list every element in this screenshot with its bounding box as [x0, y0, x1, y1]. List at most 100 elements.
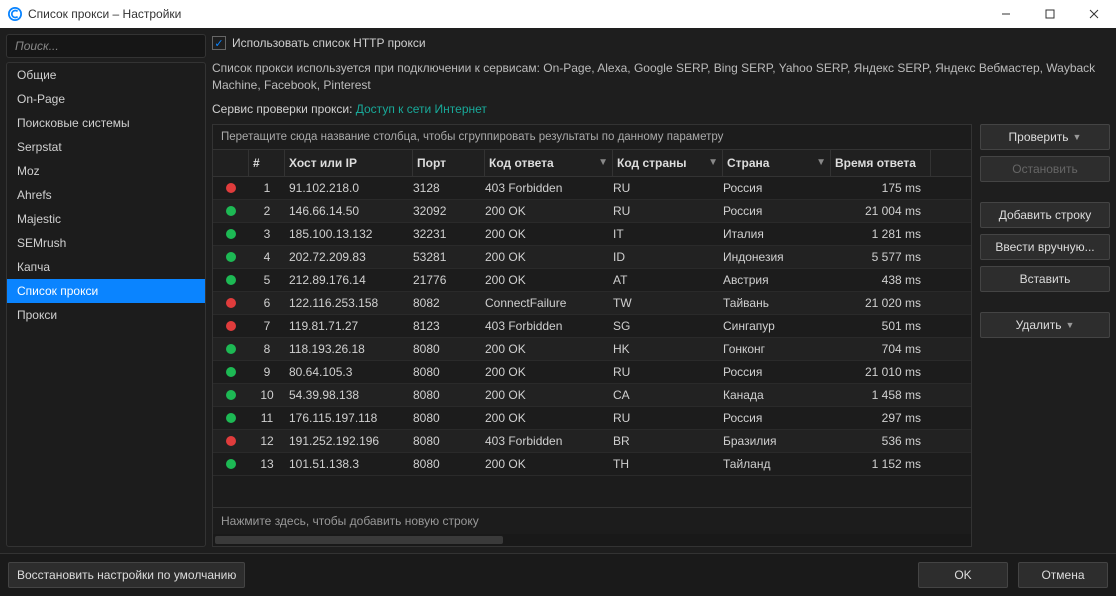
- cell-host: 212.89.176.14: [285, 273, 413, 287]
- add-row-button[interactable]: Добавить строку: [980, 202, 1110, 228]
- cell-port: 8080: [413, 365, 485, 379]
- cell-country-code: HK: [613, 342, 723, 356]
- cell-host: 54.39.98.138: [285, 388, 413, 402]
- minimize-button[interactable]: [984, 0, 1028, 28]
- sidebar-item[interactable]: Прокси: [7, 303, 205, 327]
- table-row[interactable]: 8118.193.26.188080200 OKHKГонконг704 ms: [213, 338, 971, 361]
- col-number[interactable]: #: [249, 150, 285, 176]
- add-new-row-hint[interactable]: Нажмите здесь, чтобы добавить новую стро…: [213, 507, 971, 534]
- cell-port: 3128: [413, 181, 485, 195]
- cell-code: 200 OK: [485, 411, 613, 425]
- ok-button[interactable]: OK: [918, 562, 1008, 588]
- sidebar-item[interactable]: Ahrefs: [7, 183, 205, 207]
- status-dot-icon: [226, 252, 236, 262]
- group-by-hint[interactable]: Перетащите сюда название столбца, чтобы …: [213, 125, 971, 150]
- table-row[interactable]: 6122.116.253.1588082ConnectFailureTWТайв…: [213, 292, 971, 315]
- cell-port: 8080: [413, 342, 485, 356]
- filter-icon[interactable]: ▼: [708, 157, 718, 168]
- cancel-button[interactable]: Отмена: [1018, 562, 1108, 588]
- cell-country-code: CA: [613, 388, 723, 402]
- col-status[interactable]: [213, 150, 249, 176]
- col-response-code[interactable]: Код ответа▼: [485, 150, 613, 176]
- sidebar-item[interactable]: Общие: [7, 63, 205, 87]
- use-http-proxy-label: Использовать список HTTP прокси: [232, 36, 426, 50]
- sidebar-item[interactable]: Поисковые системы: [7, 111, 205, 135]
- table-row[interactable]: 3185.100.13.13232231200 OKITИталия1 281 …: [213, 223, 971, 246]
- table-row[interactable]: 7119.81.71.278123403 ForbiddenSGСингапур…: [213, 315, 971, 338]
- cell-number: 5: [249, 273, 285, 287]
- table-row[interactable]: 1054.39.98.1388080200 OKCAКанада1 458 ms: [213, 384, 971, 407]
- delete-button[interactable]: Удалить▼: [980, 312, 1110, 338]
- cell-number: 8: [249, 342, 285, 356]
- cell-number: 4: [249, 250, 285, 264]
- cell-host: 185.100.13.132: [285, 227, 413, 241]
- cell-port: 8080: [413, 388, 485, 402]
- sidebar-item[interactable]: Капча: [7, 255, 205, 279]
- stop-button[interactable]: Остановить: [980, 156, 1110, 182]
- sidebar-item[interactable]: Список прокси: [7, 279, 205, 303]
- cell-number: 13: [249, 457, 285, 471]
- table-row[interactable]: 191.102.218.03128403 ForbiddenRUРоссия17…: [213, 177, 971, 200]
- cell-time: 297 ms: [831, 411, 931, 425]
- status-dot-icon: [226, 183, 236, 193]
- col-country[interactable]: Страна▼: [723, 150, 831, 176]
- sidebar-item[interactable]: SEMrush: [7, 231, 205, 255]
- horizontal-scrollbar[interactable]: [213, 534, 971, 546]
- table-row[interactable]: 12191.252.192.1968080403 ForbiddenBRБраз…: [213, 430, 971, 453]
- check-button[interactable]: Проверить▼: [980, 124, 1110, 150]
- table-row[interactable]: 11176.115.197.1188080200 OKRUРоссия297 m…: [213, 407, 971, 430]
- cell-host: 202.72.209.83: [285, 250, 413, 264]
- filter-icon[interactable]: ▼: [816, 157, 826, 168]
- status-dot-icon: [226, 390, 236, 400]
- cell-country-code: RU: [613, 365, 723, 379]
- col-port[interactable]: Порт: [413, 150, 485, 176]
- table-row[interactable]: 13101.51.138.38080200 OKTHТайланд1 152 m…: [213, 453, 971, 476]
- filter-icon[interactable]: ▼: [598, 157, 608, 168]
- search-input[interactable]: Поиск...: [6, 34, 206, 58]
- cell-time: 21 020 ms: [831, 296, 931, 310]
- status-dot-icon: [226, 275, 236, 285]
- sidebar-item[interactable]: Serpstat: [7, 135, 205, 159]
- col-host[interactable]: Хост или IP: [285, 150, 413, 176]
- table-row[interactable]: 5212.89.176.1421776200 OKATАвстрия438 ms: [213, 269, 971, 292]
- cell-time: 438 ms: [831, 273, 931, 287]
- cell-time: 536 ms: [831, 434, 931, 448]
- cell-code: 200 OK: [485, 204, 613, 218]
- col-response-time[interactable]: Время ответа: [831, 150, 931, 176]
- cell-port: 8080: [413, 457, 485, 471]
- cell-code: 403 Forbidden: [485, 319, 613, 333]
- cell-host: 191.252.192.196: [285, 434, 413, 448]
- cell-port: 53281: [413, 250, 485, 264]
- use-http-proxy-checkbox[interactable]: ✓: [212, 36, 226, 50]
- paste-button[interactable]: Вставить: [980, 266, 1110, 292]
- cell-number: 12: [249, 434, 285, 448]
- col-country-code[interactable]: Код страны▼: [613, 150, 723, 176]
- service-link[interactable]: Доступ к сети Интернет: [356, 102, 487, 116]
- chevron-down-icon: ▼: [1065, 320, 1074, 330]
- cell-time: 5 577 ms: [831, 250, 931, 264]
- titlebar: Список прокси – Настройки: [0, 0, 1116, 28]
- chevron-down-icon: ▼: [1073, 132, 1082, 142]
- cell-country: Италия: [723, 227, 831, 241]
- cell-port: 8080: [413, 411, 485, 425]
- sidebar-item[interactable]: Moz: [7, 159, 205, 183]
- close-button[interactable]: [1072, 0, 1116, 28]
- manual-input-button[interactable]: Ввести вручную...: [980, 234, 1110, 260]
- cell-code: 200 OK: [485, 342, 613, 356]
- cell-code: ConnectFailure: [485, 296, 613, 310]
- sidebar-item[interactable]: On-Page: [7, 87, 205, 111]
- table-row[interactable]: 2146.66.14.5032092200 OKRUРоссия21 004 m…: [213, 200, 971, 223]
- cell-country-code: RU: [613, 204, 723, 218]
- cell-number: 11: [249, 411, 285, 425]
- maximize-button[interactable]: [1028, 0, 1072, 28]
- status-dot-icon: [226, 229, 236, 239]
- cell-code: 200 OK: [485, 457, 613, 471]
- status-dot-icon: [226, 367, 236, 377]
- status-dot-icon: [226, 206, 236, 216]
- table-row[interactable]: 4202.72.209.8353281200 OKIDИндонезия5 57…: [213, 246, 971, 269]
- sidebar-item[interactable]: Majestic: [7, 207, 205, 231]
- restore-defaults-button[interactable]: Восстановить настройки по умолчанию: [8, 562, 245, 588]
- cell-host: 119.81.71.27: [285, 319, 413, 333]
- cell-number: 7: [249, 319, 285, 333]
- table-row[interactable]: 980.64.105.38080200 OKRUРоссия21 010 ms: [213, 361, 971, 384]
